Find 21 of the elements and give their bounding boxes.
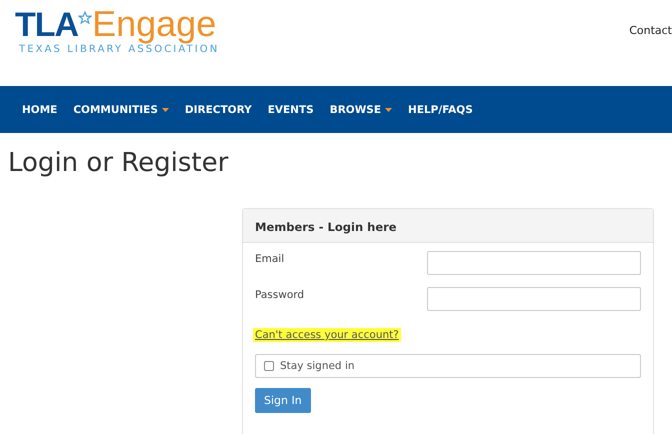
nav-item[interactable]: BROWSE xyxy=(322,86,400,133)
sign-in-button[interactable]: Sign In xyxy=(255,388,311,413)
logo-mark: TLA xyxy=(15,8,78,42)
nav-item[interactable]: DIRECTORY xyxy=(176,86,260,133)
nav-item[interactable]: COMMUNITIES xyxy=(65,86,177,133)
star-icon xyxy=(78,11,92,25)
nav-item[interactable]: HELP/FAQS xyxy=(400,86,481,133)
contact-link[interactable]: Contact xyxy=(629,24,672,37)
input-field[interactable] xyxy=(427,287,641,311)
account-help-link[interactable]: Can't access your account? xyxy=(253,328,401,342)
nav-item[interactable]: EVENTS xyxy=(260,86,322,133)
logo-name: Engage xyxy=(92,6,216,42)
field-label: Email xyxy=(255,253,284,265)
nav-item[interactable]: HOME xyxy=(14,86,66,133)
logo-subtitle: TEXAS LIBRARY ASSOCIATION xyxy=(18,44,220,55)
checkbox[interactable] xyxy=(264,361,274,371)
input-field[interactable] xyxy=(427,251,641,275)
field-label: Password xyxy=(255,289,304,301)
panel-title: Members - Login here xyxy=(255,220,397,234)
page-title: Login or Register xyxy=(8,148,228,178)
checkbox-label: Stay signed in xyxy=(280,360,355,372)
